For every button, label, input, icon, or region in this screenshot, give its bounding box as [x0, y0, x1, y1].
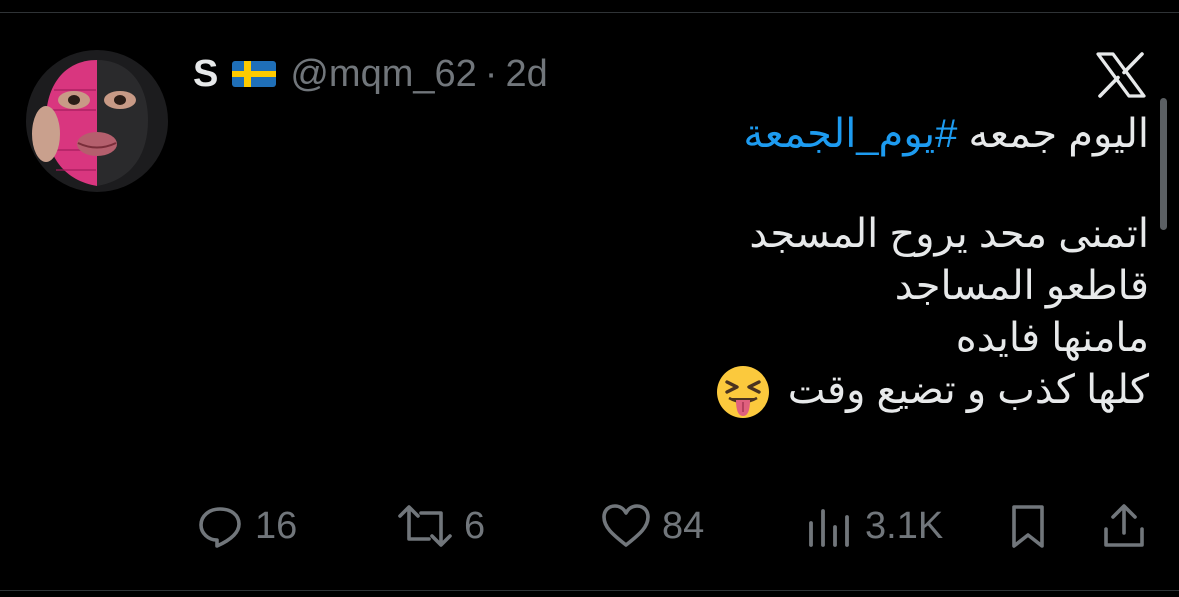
- action-bar: 16 6 84 3.1K: [0, 498, 1179, 554]
- hashtag-link[interactable]: #يوم_الجمعة: [743, 112, 957, 156]
- timestamp[interactable]: 2d: [505, 53, 547, 96]
- avatar-image: [26, 50, 168, 192]
- views-button[interactable]: 3.1K: [805, 498, 943, 554]
- like-count: 84: [662, 504, 705, 547]
- tweet-header: S @mqm_62 · 2d: [193, 50, 548, 98]
- scrollbar[interactable]: [1160, 98, 1167, 230]
- separator: ·: [484, 52, 498, 95]
- tweet-line-5: كلها كذب و تضيع وقت: [229, 364, 1149, 419]
- x-logo-icon: [1096, 52, 1146, 98]
- tweet-line-2: اتمنى محد يروح المسجد: [749, 212, 1149, 256]
- views-chart-icon: [809, 509, 849, 547]
- retweet-button[interactable]: 6: [396, 498, 485, 554]
- reply-icon: [199, 507, 241, 548]
- retweet-icon: [398, 505, 452, 547]
- reply-count: 16: [255, 504, 298, 547]
- tweet-line-5-text: كلها كذب و تضيع وقت: [787, 368, 1149, 412]
- bottom-divider: [0, 590, 1179, 591]
- tweet-line-4: مامنها فايده: [955, 316, 1149, 360]
- avatar[interactable]: [26, 50, 168, 192]
- user-handle[interactable]: @mqm_62: [290, 53, 476, 96]
- squinting-tongue-emoji-icon: [715, 364, 771, 420]
- reply-button[interactable]: 16: [195, 498, 297, 554]
- like-button[interactable]: 84: [600, 498, 704, 554]
- tweet-line-1-text: اليوم جمعه: [968, 112, 1149, 156]
- bookmark-button[interactable]: [1006, 498, 1050, 554]
- views-count: 3.1K: [865, 504, 944, 547]
- heart-icon: [602, 504, 650, 547]
- tweet-line-3: قاطعو المساجد: [894, 264, 1149, 308]
- top-divider: [0, 12, 1179, 13]
- sweden-flag-icon: [232, 61, 277, 87]
- display-name[interactable]: S: [193, 53, 218, 96]
- share-icon: [1104, 504, 1144, 547]
- share-button[interactable]: [1100, 498, 1148, 554]
- tweet-line-1: اليوم جمعه #يوم_الجمعة: [229, 108, 1149, 160]
- tweet-text: اليوم جمعه #يوم_الجمعة اتمنى محد يروح ال…: [229, 108, 1149, 419]
- retweet-count: 6: [464, 504, 486, 547]
- bookmark-icon: [1012, 505, 1044, 548]
